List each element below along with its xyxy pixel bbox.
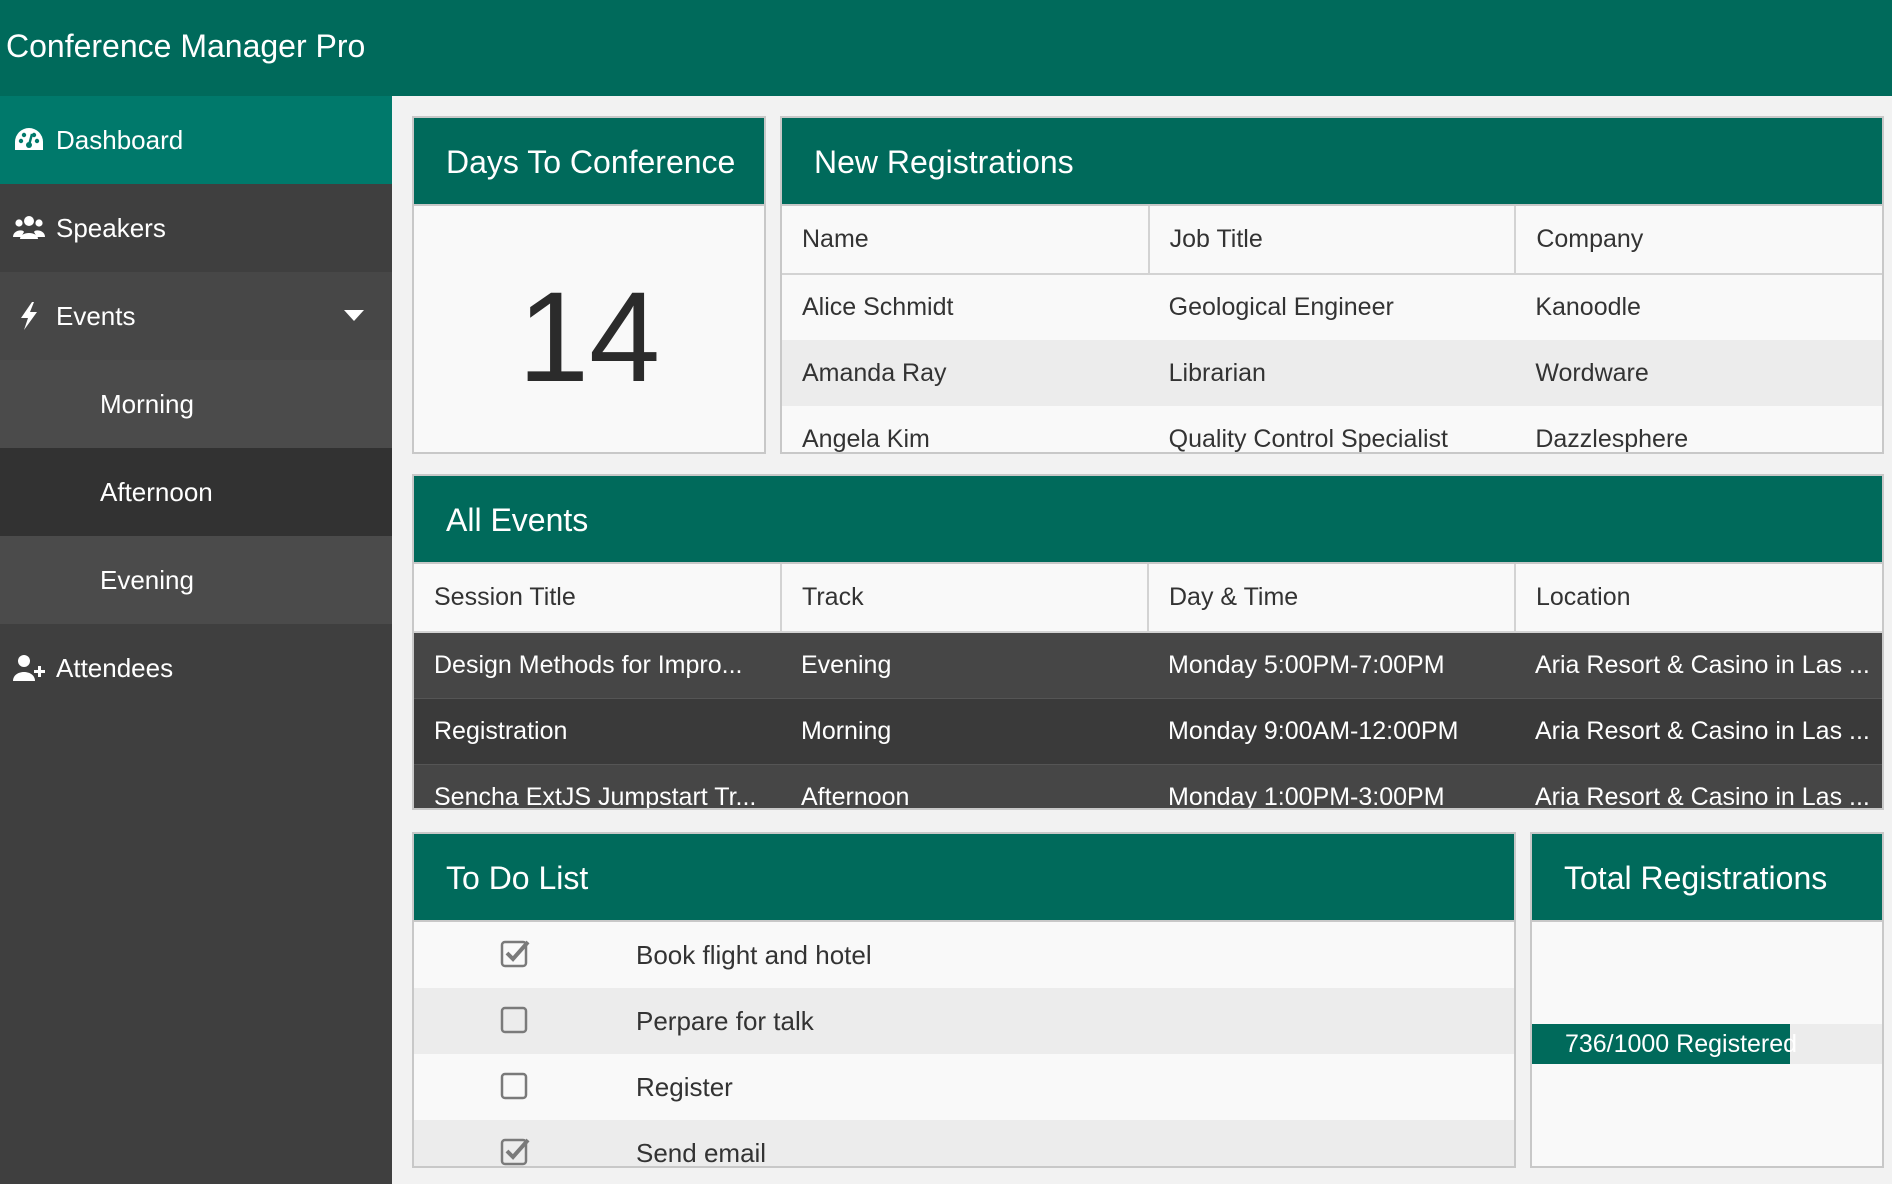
todo-panel: To Do List Book flight and hotel Perpare…: [412, 832, 1516, 1168]
sidebar-item-label: Events: [56, 301, 136, 331]
checkbox-icon[interactable]: [500, 1004, 530, 1034]
table-cell: Sencha ExtJS Jumpstart Tr...: [414, 764, 781, 808]
days-count: 14: [517, 266, 661, 409]
table-cell: Amanda Ray: [782, 340, 1149, 406]
sidebar-item-morning[interactable]: Morning: [0, 360, 392, 448]
table-cell: Alice Schmidt: [782, 274, 1149, 340]
panel-title: To Do List: [414, 834, 1514, 922]
list-item[interactable]: Book flight and hotel: [414, 922, 1514, 988]
sidebar-item-label: Evening: [100, 565, 194, 595]
todo-label: Register: [636, 1072, 733, 1102]
todo-label: Send email: [636, 1138, 767, 1168]
table-cell: Design Methods for Impro...: [414, 632, 781, 699]
registrations-table: Name Job Title Company Alice Schmidt Geo…: [782, 206, 1882, 452]
sidebar-item-label: Attendees: [56, 653, 174, 683]
checkbox-icon[interactable]: [500, 1070, 530, 1100]
sidebar-item-attendees[interactable]: Attendees: [0, 624, 392, 712]
panel-title: New Registrations: [782, 118, 1882, 206]
app-header: Conference Manager Pro: [0, 0, 1892, 96]
table-row[interactable]: Design Methods for Impro... Evening Mond…: [414, 632, 1882, 699]
sidebar-item-afternoon[interactable]: Afternoon: [0, 448, 392, 536]
user-plus-icon: [13, 655, 45, 681]
sidebar-item-events[interactable]: Events: [0, 272, 392, 360]
table-cell: Aria Resort & Casino in Las ...: [1515, 764, 1882, 808]
chevron-down-icon[interactable]: [344, 310, 364, 321]
sidebar-item-label: Speakers: [56, 213, 166, 243]
registration-progress-bar: 736/1000 Registered: [1532, 1024, 1882, 1064]
list-item[interactable]: Send email: [414, 1120, 1514, 1168]
table-cell: Quality Control Specialist: [1148, 406, 1516, 452]
column-header-name[interactable]: Name: [782, 206, 1150, 275]
app-title: Conference Manager Pro: [6, 28, 366, 64]
column-header-location[interactable]: Location: [1515, 564, 1882, 633]
table-cell: Morning: [781, 698, 1148, 765]
table-cell: Angela Kim: [782, 406, 1149, 452]
progress-text: 736/1000 Registered: [1564, 1030, 1798, 1058]
table-cell: Kanoodle: [1515, 274, 1882, 340]
table-row[interactable]: Amanda Ray Librarian Wordware: [782, 340, 1882, 406]
sidebar-item-label: Morning: [100, 389, 194, 419]
table-cell: Monday 5:00PM-7:00PM: [1148, 632, 1515, 699]
sidebar-item-dashboard[interactable]: Dashboard: [0, 96, 392, 184]
table-row[interactable]: Angela Kim Quality Control Specialist Da…: [782, 406, 1882, 452]
panel-title: Days To Conference: [414, 118, 764, 206]
column-header-session-title[interactable]: Session Title: [414, 564, 782, 633]
all-events-panel: All Events Session Title Track Day & Tim…: [412, 474, 1884, 810]
checkbox-checked-icon[interactable]: [500, 1136, 530, 1166]
column-header-job-title[interactable]: Job Title: [1148, 206, 1517, 275]
new-registrations-panel: New Registrations Name Job Title Company…: [780, 116, 1884, 454]
sidebar-item-label: Afternoon: [100, 477, 213, 507]
sidebar: Dashboard Speakers Events Morning Aftern…: [0, 96, 392, 1184]
table-row[interactable]: Alice Schmidt Geological Engineer Kanood…: [782, 274, 1882, 340]
table-cell: Monday 9:00AM-12:00PM: [1148, 698, 1515, 765]
table-cell: Afternoon: [781, 764, 1148, 808]
column-header-track[interactable]: Track: [781, 564, 1149, 633]
column-header-company[interactable]: Company: [1515, 206, 1882, 275]
table-cell: Geological Engineer: [1148, 274, 1516, 340]
table-cell: Registration: [414, 698, 781, 765]
table-cell: Aria Resort & Casino in Las ...: [1515, 698, 1882, 765]
todo-label: Perpare for talk: [636, 1006, 814, 1036]
table-cell: Librarian: [1148, 340, 1516, 406]
events-table: Session Title Track Day & Time Location …: [414, 564, 1882, 808]
sidebar-item-evening[interactable]: Evening: [0, 536, 392, 624]
table-row[interactable]: Registration Morning Monday 9:00AM-12:00…: [414, 698, 1882, 765]
sidebar-item-speakers[interactable]: Speakers: [0, 184, 392, 272]
panel-title: All Events: [414, 476, 1882, 564]
dashboard-main: Days To Conference 14 New Registrations …: [392, 96, 1892, 1184]
panel-title: Total Registrations: [1532, 834, 1882, 922]
checkbox-checked-icon[interactable]: [500, 938, 530, 968]
table-cell: Wordware: [1515, 340, 1882, 406]
table-row[interactable]: Sencha ExtJS Jumpstart Tr... Afternoon M…: [414, 764, 1882, 808]
list-item[interactable]: Perpare for talk: [414, 988, 1514, 1054]
dashboard-icon: [15, 128, 43, 150]
sidebar-item-label: Dashboard: [56, 125, 184, 155]
users-icon: [13, 216, 45, 239]
total-registrations-panel: Total Registrations 736/1000 Registered: [1530, 832, 1884, 1168]
table-cell: Dazzlesphere: [1515, 406, 1882, 452]
column-header-day-time[interactable]: Day & Time: [1148, 564, 1516, 633]
days-to-conference-panel: Days To Conference 14: [412, 116, 766, 454]
bolt-icon: [21, 302, 37, 330]
list-item[interactable]: Register: [414, 1054, 1514, 1120]
table-cell: Monday 1:00PM-3:00PM: [1148, 764, 1515, 808]
todo-label: Book flight and hotel: [636, 940, 872, 970]
table-cell: Aria Resort & Casino in Las ...: [1515, 632, 1882, 699]
table-cell: Evening: [781, 632, 1148, 699]
